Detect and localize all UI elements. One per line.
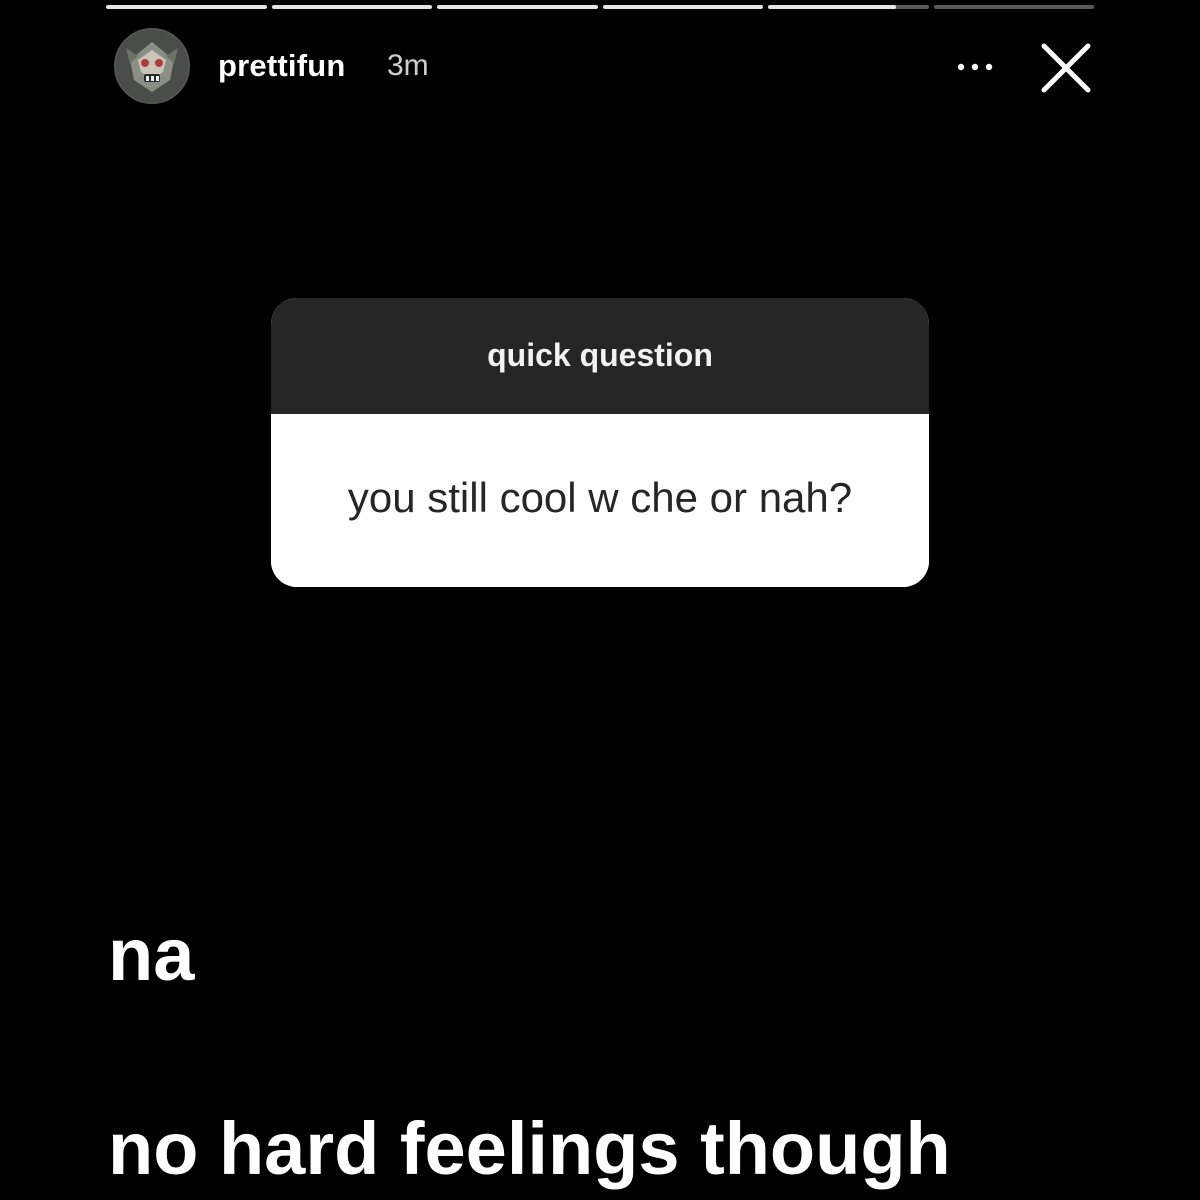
reply-text-line-2: no hard feelings though [108,1107,951,1190]
username[interactable]: prettifun [218,48,346,84]
story-header: prettifun 3m [114,28,1094,104]
progress-segment [768,5,929,9]
progress-segment [271,5,432,9]
close-button[interactable] [1036,38,1096,98]
story-progress-bar [106,5,1094,9]
question-sticker-text: you still cool w che or nah? [271,414,929,587]
more-horizontal-icon [957,63,993,71]
timestamp: 3m [387,49,429,82]
progress-segment [933,5,1094,9]
avatar[interactable] [114,28,190,104]
reply-text-line-1: na [108,913,195,996]
question-sticker-title: quick question [271,298,929,414]
close-icon [1041,43,1091,93]
more-options-button[interactable] [952,50,998,84]
question-sticker[interactable]: quick question you still cool w che or n… [271,298,929,587]
progress-segment [106,5,267,9]
progress-segment [602,5,763,9]
avatar-image [116,30,188,102]
progress-segment [437,5,598,9]
